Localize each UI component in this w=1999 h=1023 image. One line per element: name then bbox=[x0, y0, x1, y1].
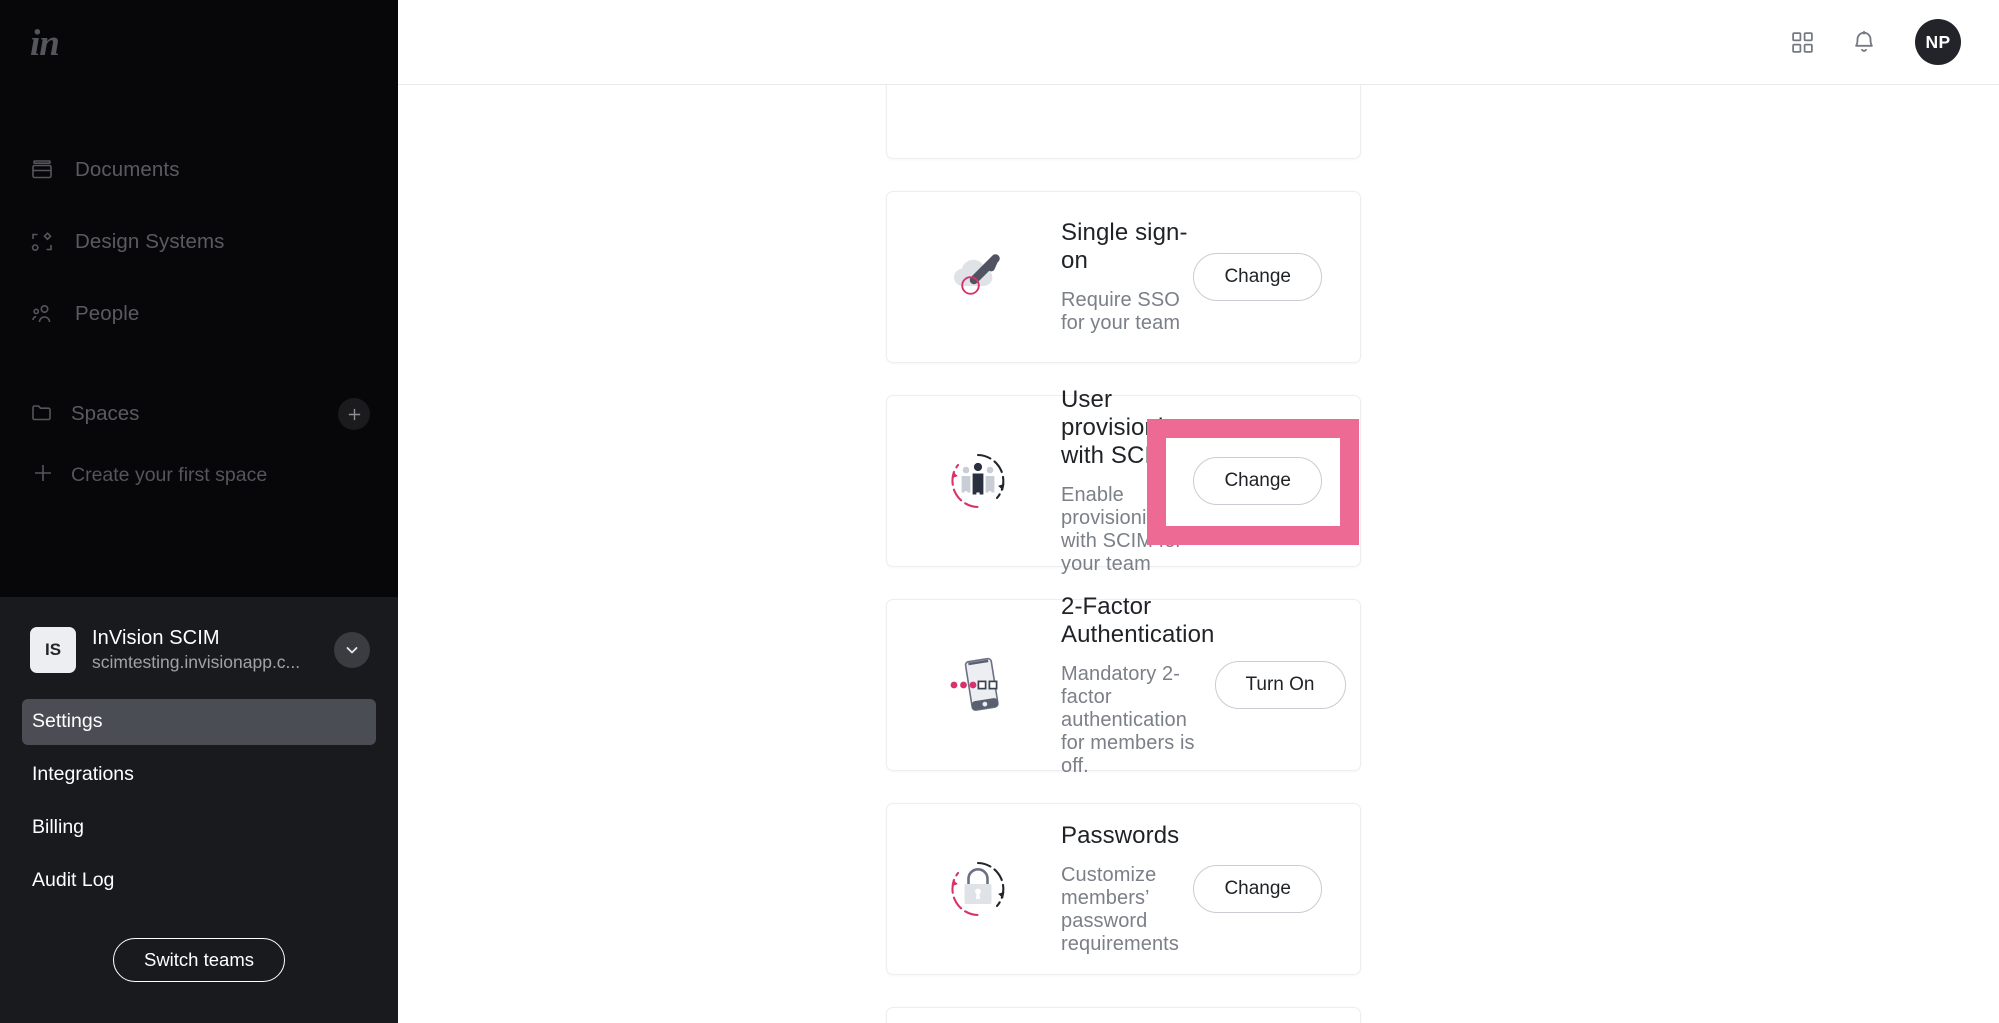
card-subtitle: Customize members’ password requirements bbox=[1061, 864, 1179, 955]
documents-icon bbox=[30, 158, 58, 182]
top-bar: NP bbox=[398, 0, 1999, 85]
app-root: in Documents Design Systems People Space… bbox=[0, 0, 1999, 1023]
folder-icon bbox=[30, 400, 54, 429]
card-action: Change bbox=[1193, 865, 1322, 913]
team-avatar: IS bbox=[30, 626, 76, 673]
team-name: InVision SCIM bbox=[92, 627, 220, 649]
plus-icon bbox=[32, 462, 54, 489]
sidebar-section-spaces: Spaces bbox=[0, 398, 398, 430]
settings-card-user-provisioning-scim: User provisioning with SCIM Enable provi… bbox=[886, 386, 1361, 575]
settings-card-clipped-above bbox=[886, 85, 1361, 159]
settings-card-list: Single sign-on Require SSO for your team… bbox=[886, 85, 1361, 1023]
user-avatar[interactable]: NP bbox=[1915, 19, 1961, 65]
change-button-passwords[interactable]: Change bbox=[1193, 865, 1322, 913]
settings-card-passwords: Passwords Customize members’ password re… bbox=[886, 803, 1361, 975]
card-title: 2-Factor Authentication bbox=[1061, 592, 1215, 648]
settings-card-single-sign-on: Single sign-on Require SSO for your team… bbox=[886, 191, 1361, 363]
settings-card-timing-out: Timing out Change bbox=[886, 1007, 1361, 1023]
settings-content: Single sign-on Require SSO for your team… bbox=[398, 85, 1999, 1023]
team-meta: InVision SCIM scimtesting.invisionapp.c.… bbox=[92, 626, 326, 674]
phone-passcode-icon bbox=[939, 646, 1017, 724]
team-switcher[interactable]: IS InVision SCIM scimtesting.invisionapp… bbox=[0, 597, 398, 674]
cloud-key-icon bbox=[939, 238, 1017, 316]
sidebar: in Documents Design Systems People Space… bbox=[0, 0, 398, 1023]
switch-teams-button[interactable]: Switch teams bbox=[112, 937, 285, 982]
people-icon bbox=[30, 302, 58, 326]
create-first-space-label: Create your first space bbox=[71, 464, 268, 486]
grid-apps-icon[interactable] bbox=[1790, 30, 1815, 55]
card-text: Single sign-on Require SSO for your team bbox=[1061, 219, 1193, 335]
card-action: Change bbox=[1147, 419, 1360, 545]
sidebar-team-section: IS InVision SCIM scimtesting.invisionapp… bbox=[0, 597, 398, 1023]
settings-card-two-factor-authentication: 2-Factor Authentication Mandatory 2-fact… bbox=[886, 593, 1361, 777]
invision-logo[interactable]: in bbox=[30, 22, 60, 65]
spaces-label: Spaces bbox=[71, 402, 140, 425]
sidebar-item-integrations[interactable]: Integrations bbox=[22, 752, 376, 798]
people-sync-icon bbox=[939, 442, 1017, 520]
sidebar-item-design-systems[interactable]: Design Systems bbox=[0, 220, 398, 264]
plus-icon bbox=[348, 408, 360, 420]
team-sub-nav: Settings Integrations Billing Audit Log bbox=[0, 698, 398, 904]
card-action: Turn On bbox=[1214, 661, 1346, 709]
sidebar-item-audit-log[interactable]: Audit Log bbox=[22, 858, 376, 904]
sidebar-item-label: Documents bbox=[75, 158, 180, 181]
team-domain: scimtesting.invisionapp.c... bbox=[92, 652, 301, 672]
card-action: Change bbox=[1193, 253, 1322, 301]
sidebar-item-label: People bbox=[75, 302, 140, 325]
sidebar-item-documents[interactable]: Documents bbox=[0, 148, 398, 192]
switch-teams-wrap: Switch teams bbox=[0, 937, 398, 982]
card-subtitle: Require SSO for your team bbox=[1061, 289, 1181, 334]
card-text: 2-Factor Authentication Mandatory 2-fact… bbox=[1061, 593, 1215, 778]
sidebar-primary-section: in Documents Design Systems People Space… bbox=[0, 0, 398, 597]
create-first-space-button[interactable]: Create your first space bbox=[0, 462, 267, 489]
change-button-single-sign-on[interactable]: Change bbox=[1193, 253, 1322, 301]
sidebar-item-billing[interactable]: Billing bbox=[22, 805, 376, 851]
add-space-button[interactable] bbox=[338, 398, 370, 430]
sidebar-item-label: Design Systems bbox=[75, 230, 225, 253]
chevron-down-icon bbox=[346, 646, 358, 654]
sidebar-nav: Documents Design Systems People bbox=[0, 148, 398, 364]
team-dropdown-button[interactable] bbox=[334, 631, 370, 668]
change-button-user-provisioning-scim[interactable]: Change bbox=[1193, 457, 1322, 505]
lock-sync-icon bbox=[939, 850, 1017, 928]
card-text: Passwords Customize members’ password re… bbox=[1061, 822, 1193, 956]
sidebar-item-people[interactable]: People bbox=[0, 292, 398, 336]
bell-icon[interactable] bbox=[1851, 29, 1877, 55]
design-systems-icon bbox=[30, 230, 58, 254]
main-area: NP Single sign-on Require SSO for your t… bbox=[398, 0, 1999, 1023]
card-title: Single sign-on bbox=[1061, 219, 1188, 274]
card-title: Passwords bbox=[1061, 822, 1180, 849]
sidebar-item-settings[interactable]: Settings bbox=[22, 698, 376, 745]
turn-on-button-two-factor-authentication[interactable]: Turn On bbox=[1214, 661, 1346, 709]
card-subtitle: Mandatory 2-factor authentication for me… bbox=[1061, 662, 1195, 777]
